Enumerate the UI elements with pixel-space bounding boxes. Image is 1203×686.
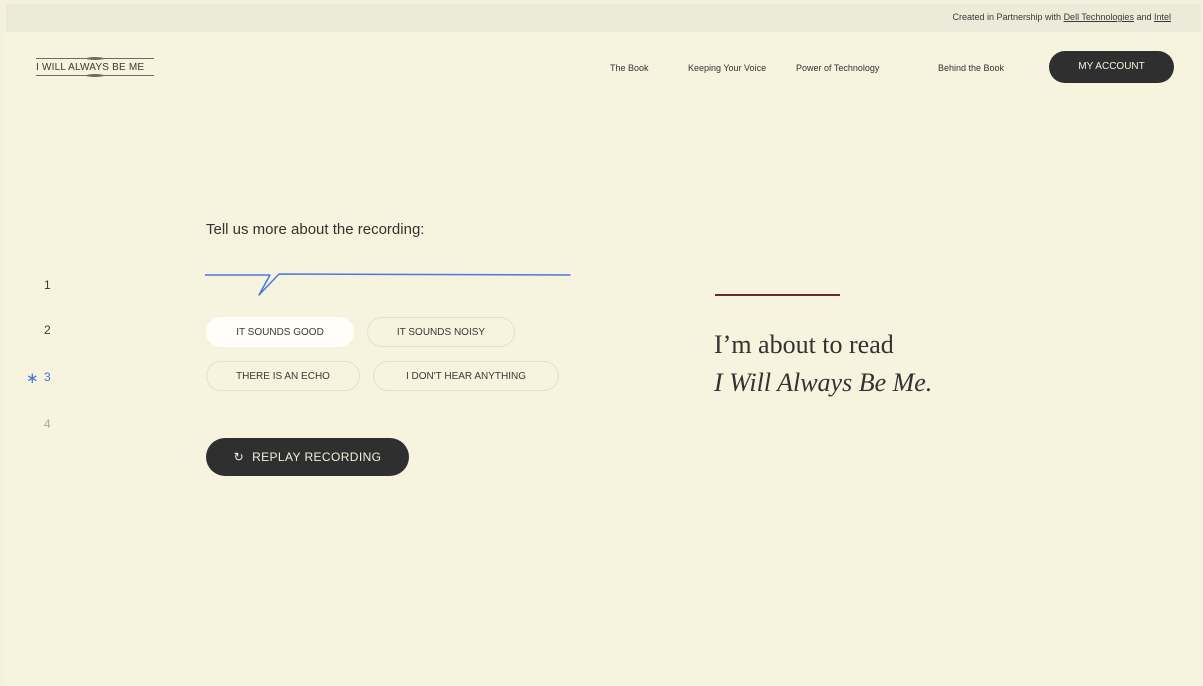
step-3-active[interactable]: ∗ 3	[26, 370, 51, 387]
step-2[interactable]: 2	[44, 323, 51, 337]
option-it-sounds-noisy[interactable]: IT SOUNDS NOISY	[367, 317, 515, 347]
partnership-and: and	[1133, 12, 1154, 22]
partner-bar: Created in Partnership with Dell Technol…	[6, 4, 1201, 32]
step-1-label: 1	[44, 278, 51, 292]
reading-intro-line: I’m about to read	[714, 330, 894, 359]
nav-behind-the-book[interactable]: Behind the Book	[938, 63, 1004, 73]
step-4[interactable]: 4	[44, 417, 51, 431]
step-1[interactable]: 1	[44, 278, 51, 292]
book-title-line: I Will Always Be Me.	[714, 368, 933, 397]
my-account-button[interactable]: MY ACCOUNT	[1049, 51, 1174, 83]
nav-the-book[interactable]: The Book	[610, 63, 649, 73]
logo-ornament-bottom	[86, 74, 104, 77]
option-it-sounds-good[interactable]: IT SOUNDS GOOD	[206, 317, 354, 347]
partnership-text: Created in Partnership with Dell Technol…	[953, 12, 1172, 22]
step-3-label: 3	[44, 370, 51, 384]
option-there-is-an-echo[interactable]: THERE IS AN ECHO	[206, 361, 360, 391]
replay-recording-label: REPLAY RECORDING	[252, 450, 382, 464]
logo-text: I WILL ALWAYS BE ME	[36, 62, 145, 73]
intel-link[interactable]: Intel	[1154, 12, 1171, 22]
step-2-label: 2	[44, 323, 51, 337]
page: Created in Partnership with Dell Technol…	[6, 4, 1201, 686]
asterisk-icon: ∗	[26, 370, 39, 387]
nav-keeping-your-voice[interactable]: Keeping Your Voice	[688, 63, 766, 73]
recording-waveform	[205, 273, 571, 296]
dell-technologies-link[interactable]: Dell Technologies	[1064, 12, 1134, 22]
option-i-dont-hear-anything[interactable]: I DON'T HEAR ANYTHING	[373, 361, 559, 391]
logo-ornament-top	[86, 57, 104, 60]
step-4-label: 4	[44, 417, 51, 431]
site-logo[interactable]: I WILL ALWAYS BE ME	[36, 52, 154, 78]
refresh-icon: ↻	[233, 450, 245, 464]
replay-recording-button[interactable]: ↻ REPLAY RECORDING	[206, 438, 409, 476]
nav-power-of-technology[interactable]: Power of Technology	[796, 63, 879, 73]
accent-divider	[715, 294, 840, 296]
partnership-prefix: Created in Partnership with	[952, 12, 1064, 22]
recording-question: Tell us more about the recording:	[206, 221, 425, 238]
